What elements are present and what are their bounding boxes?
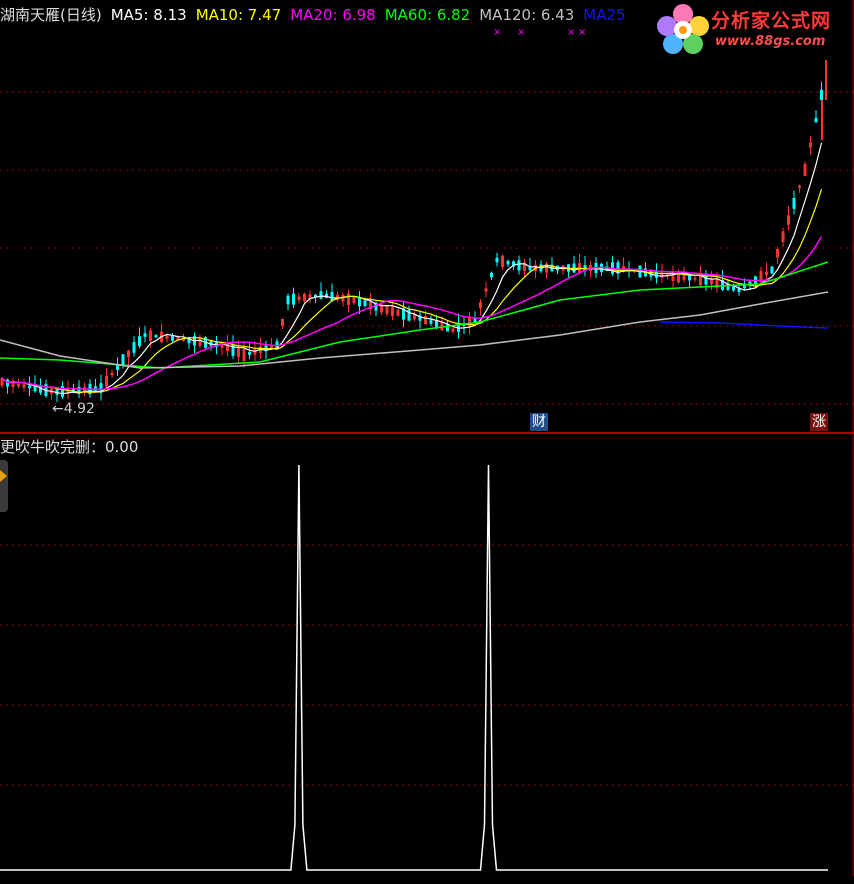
candle-body — [781, 231, 785, 243]
candle-body — [286, 295, 290, 305]
candle-body — [319, 291, 323, 299]
main-chart-header: 湖南天雁(日线) MA5: 8.13 MA10: 7.47 MA20: 6.98 MA6… — [0, 4, 635, 26]
candle-body — [776, 249, 779, 258]
ma5-legend: MA5: 8.13 — [110, 6, 187, 24]
candle-body — [770, 266, 774, 274]
candle-body — [149, 330, 152, 341]
candle-body — [424, 315, 427, 325]
site-logo: 分析家公式网 www.88gs.com — [655, 2, 854, 56]
finance-tag[interactable]: 财 — [530, 413, 548, 431]
stock-title: 湖南天雁(日线) — [0, 6, 102, 24]
ma20-legend: MA20: 6.98 — [290, 6, 376, 24]
candle-body — [479, 302, 482, 308]
candle-body — [468, 317, 471, 328]
candle-body — [303, 293, 306, 302]
expand-arrow-icon[interactable] — [0, 470, 7, 482]
candle-body — [297, 296, 301, 301]
signal-mark: × — [567, 27, 575, 38]
candle-body — [792, 197, 796, 209]
candle-body — [820, 89, 823, 101]
logo-title: 分析家公式网 — [711, 10, 832, 32]
ma5-line — [1, 142, 823, 395]
candle-body — [143, 333, 147, 337]
signal-marks: × × × × — [493, 27, 586, 38]
candle-body — [127, 350, 130, 357]
candle-body — [132, 342, 136, 353]
candle-body — [803, 164, 807, 176]
candle-body — [352, 296, 356, 304]
candle-body — [231, 344, 235, 356]
low-price-marker: ←4.92 — [52, 401, 95, 417]
ma250-legend: MA25 — [583, 6, 626, 24]
candle-body — [154, 335, 158, 338]
signal-mark: × — [578, 27, 586, 38]
ma250-line — [659, 321, 829, 329]
candle-body — [688, 275, 691, 281]
candle-body — [704, 275, 708, 285]
rise-tag[interactable]: 涨 — [810, 413, 828, 431]
candle-body — [385, 306, 389, 314]
date-axis — [0, 876, 854, 884]
candle-body — [391, 306, 394, 317]
indicator-series — [0, 464, 828, 871]
candle-body — [501, 255, 504, 268]
candle-body — [506, 260, 510, 265]
signal-mark: × — [517, 27, 525, 38]
candle-body — [248, 351, 251, 355]
logo-url: www.88gs.com — [715, 34, 826, 49]
candle-body — [693, 277, 697, 280]
candle-body — [429, 320, 433, 324]
candle-body — [495, 257, 499, 263]
candle-body — [787, 215, 790, 225]
signal-mark: × — [493, 27, 501, 38]
candle-body — [292, 293, 295, 305]
candle-body — [451, 328, 455, 332]
candle-body — [242, 349, 246, 361]
candle-body — [484, 288, 488, 292]
candle-body — [396, 309, 400, 316]
panel-handle[interactable] — [0, 460, 8, 512]
candle-body — [281, 318, 284, 327]
candle-body — [110, 372, 114, 376]
candle-body — [138, 336, 141, 347]
indicator-header: 更吹牛吹完删：0.00 — [0, 438, 139, 456]
candle-body — [28, 385, 31, 389]
candle-body — [682, 275, 686, 280]
candle-body — [517, 260, 521, 271]
ma10-legend: MA10: 7.47 — [195, 6, 282, 24]
candle-body — [809, 142, 812, 148]
ma10-line — [1, 189, 823, 393]
candle-body — [22, 384, 26, 388]
candle-body — [765, 271, 768, 276]
candle-body — [237, 347, 240, 358]
ma60-legend: MA60: 6.82 — [384, 6, 471, 24]
candle-body — [105, 375, 108, 387]
candle-body — [17, 383, 20, 387]
candle-body — [743, 285, 746, 289]
indicator-line — [0, 464, 828, 871]
candle-body — [341, 294, 345, 302]
candle-body — [798, 185, 801, 188]
candle-body — [165, 336, 169, 339]
candle-body — [347, 293, 350, 305]
flower-logo-icon — [657, 4, 709, 54]
candle-body — [435, 320, 438, 328]
ma120-legend: MA120: 6.43 — [479, 6, 575, 24]
candle-body — [710, 279, 713, 285]
candle-body — [121, 354, 125, 366]
candle-body — [814, 117, 818, 123]
candle-body — [363, 300, 367, 307]
candle-body — [490, 272, 493, 278]
